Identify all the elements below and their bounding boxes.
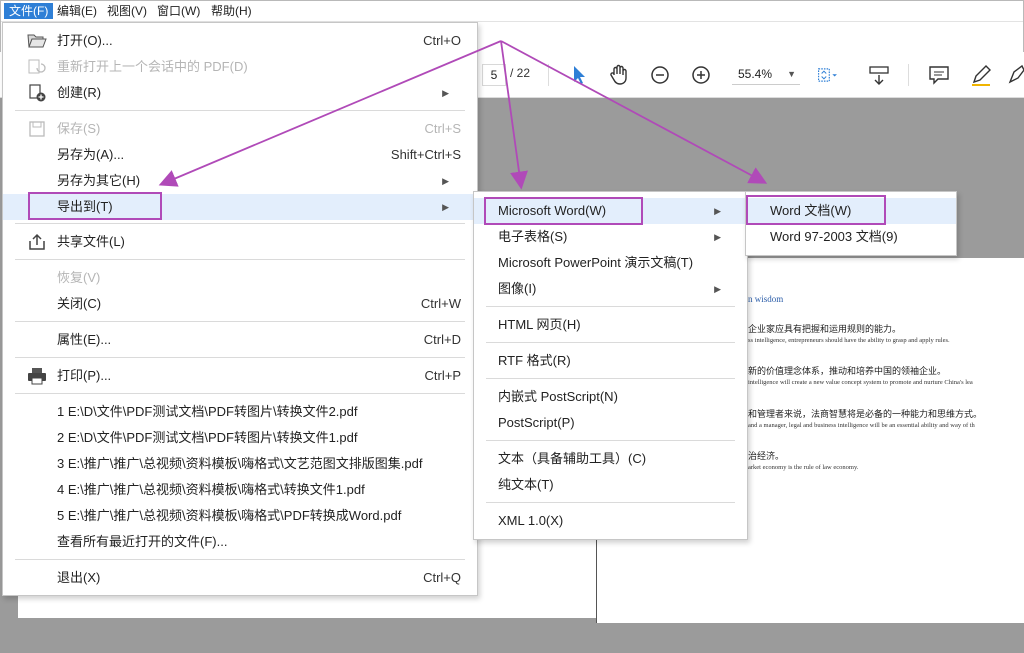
fit-page-icon[interactable] <box>814 62 840 88</box>
menu-item-reopen-session: 重新打开上一个会话中的 PDF(D) <box>3 54 477 80</box>
chevron-right-icon: ▶ <box>442 88 449 98</box>
menu-item-recent-file[interactable]: 1 E:\D\文件\PDF测试文档\PDF转图片\转换文件2.pdf <box>3 399 477 425</box>
chevron-right-icon: ▶ <box>714 232 721 242</box>
printer-icon <box>28 368 46 385</box>
menu-item-save-as[interactable]: 另存为(A)... Shift+Ctrl+S <box>3 142 477 168</box>
menu-item-revert: 恢复(V) <box>57 270 101 285</box>
folder-open-icon <box>27 34 47 48</box>
pen-icon[interactable] <box>968 62 994 88</box>
menu-separator <box>486 502 735 503</box>
menu-item-export-eps[interactable]: 内嵌式 PostScript(N) <box>474 384 747 410</box>
save-icon <box>29 121 45 137</box>
highlight-box-word <box>484 197 643 225</box>
zoom-level-value: 55.4% <box>738 67 773 81</box>
menu-separator <box>15 223 465 224</box>
document-text: arket economy is the rule of law economy… <box>748 464 859 471</box>
toolbar-separator <box>908 64 909 86</box>
select-cursor-icon[interactable] <box>566 62 592 88</box>
menu-item-recent-file[interactable]: 3 E:\推广\推广\总视频\资料模板\嗨格式\文艺范图文排版图集.pdf <box>3 451 477 477</box>
chevron-right-icon: ▶ <box>442 176 449 186</box>
menu-item-export-powerpoint[interactable]: Microsoft PowerPoint 演示文稿(T) <box>474 250 747 276</box>
reopen-icon <box>28 59 46 74</box>
chevron-down-icon: ▼ <box>787 69 796 79</box>
menu-item-export-image[interactable]: 图像(I) ▶ <box>474 276 747 302</box>
menu-help[interactable]: 帮助(H) <box>206 3 257 19</box>
menu-item-recent-file[interactable]: 2 E:\D\文件\PDF测试文档\PDF转图片\转换文件1.pdf <box>3 425 477 451</box>
toolbar-separator <box>548 64 549 86</box>
menu-item-export-postscript[interactable]: PostScript(P) <box>474 410 747 436</box>
menu-item-view-all-recent[interactable]: 查看所有最近打开的文件(F)... <box>3 529 477 555</box>
menu-item-open[interactable]: 打开(O)... Ctrl+O <box>3 28 477 54</box>
menu-item-exit[interactable]: 退出(X) Ctrl+Q <box>3 565 477 591</box>
menu-view[interactable]: 视图(V) <box>102 3 152 19</box>
menu-window[interactable]: 窗口(W) <box>152 3 205 19</box>
document-heading: n wisdom <box>748 294 784 304</box>
menu-separator <box>15 357 465 358</box>
file-menu: 打开(O)... Ctrl+O 重新打开上一个会话中的 PDF(D) 创建(R)… <box>2 22 478 596</box>
menu-item-create[interactable]: 创建(R) ▶ <box>3 80 477 106</box>
menu-item-save-as-other[interactable]: 另存为其它(H) ▶ <box>3 168 477 194</box>
menu-separator <box>15 559 465 560</box>
menu-item-export-rtf[interactable]: RTF 格式(R) <box>474 348 747 374</box>
menu-item-close[interactable]: 关闭(C) Ctrl+W <box>3 291 477 317</box>
zoom-in-icon[interactable] <box>688 62 714 88</box>
highlight-icon[interactable] <box>1004 62 1024 88</box>
zoom-level-select[interactable]: 55.4% ▼ <box>732 64 800 85</box>
menu-separator <box>486 378 735 379</box>
menu-separator <box>486 440 735 441</box>
highlight-box-word-document <box>746 195 886 225</box>
menu-item-export-text-accessible[interactable]: 文本（具备辅助工具）(C) <box>474 446 747 472</box>
document-text: 和管理者来说，法商智慧将是必备的一种能力和思维方式。 <box>748 409 983 419</box>
chevron-right-icon: ▶ <box>714 284 721 294</box>
menu-item-save: 保存(S) Ctrl+S <box>3 116 477 142</box>
document-text: 企业家应具有把握和运用规则的能力。 <box>748 324 902 334</box>
zoom-out-icon[interactable] <box>647 62 673 88</box>
menu-separator <box>486 306 735 307</box>
hand-tool-icon[interactable] <box>606 62 632 88</box>
document-text: intelligence will create a new value con… <box>748 379 973 386</box>
share-icon <box>29 233 45 250</box>
page-number-input[interactable]: 5 <box>482 64 506 86</box>
menu-item-export-spreadsheet[interactable]: 电子表格(S) ▶ <box>474 224 747 250</box>
menu-item-properties[interactable]: 属性(E)... Ctrl+D <box>3 327 477 353</box>
document-gutter-bottom <box>18 623 1022 653</box>
menu-separator <box>15 259 465 260</box>
menu-item-export-xml[interactable]: XML 1.0(X) <box>474 508 747 534</box>
document-text: 新的价值理念体系，推动和培养中国的领袖企业。 <box>748 366 947 376</box>
menu-separator <box>15 393 465 394</box>
page-total: / 22 <box>510 66 531 80</box>
comment-icon[interactable] <box>926 62 952 88</box>
menu-separator <box>486 342 735 343</box>
highlight-box-export <box>28 192 162 220</box>
menu-edit[interactable]: 编辑(E) <box>52 3 102 19</box>
document-text: 治经济。 <box>748 451 785 461</box>
menu-item-recent-file[interactable]: 4 E:\推广\推广\总视频\资料模板\嗨格式\转换文件1.pdf <box>3 477 477 503</box>
menu-item-share-file[interactable]: 共享文件(L) <box>3 229 477 255</box>
chevron-right-icon: ▶ <box>442 202 449 212</box>
menu-item-export-html[interactable]: HTML 网页(H) <box>474 312 747 338</box>
chevron-right-icon: ▶ <box>714 206 721 216</box>
export-submenu: Microsoft Word(W) ▶ 电子表格(S) ▶ Microsoft … <box>473 191 748 540</box>
create-pdf-icon <box>29 84 46 102</box>
menu-file[interactable]: 文件(F) <box>4 3 54 19</box>
menu-item-print[interactable]: 打印(P)... Ctrl+P <box>3 363 477 389</box>
document-text: and a manager, legal and business intell… <box>748 422 975 429</box>
menu-separator <box>15 110 465 111</box>
menu-item-word-97-2003[interactable]: Word 97-2003 文档(9) <box>746 224 956 250</box>
document-text: ss intelligence, entrepreneurs should ha… <box>748 337 950 344</box>
menu-item-recent-file[interactable]: 5 E:\推广\推广\总视频\资料模板\嗨格式\PDF转换成Word.pdf <box>3 503 477 529</box>
menu-separator <box>15 321 465 322</box>
menu-bar: 文件(F) 编辑(E) 视图(V) 窗口(W) 帮助(H) <box>1 1 1023 22</box>
menu-item-export-plain-text[interactable]: 纯文本(T) <box>474 472 747 498</box>
scroll-mode-icon[interactable] <box>866 62 892 88</box>
